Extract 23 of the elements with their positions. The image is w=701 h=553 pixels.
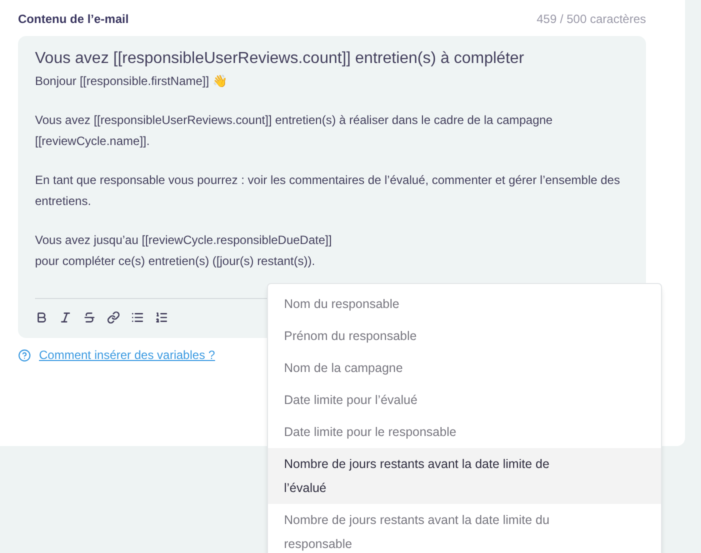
bullet-list-icon[interactable] [131, 311, 144, 324]
dropdown-item[interactable]: Date limite pour l’évalué [268, 384, 661, 416]
email-subject: Vous avez [[responsibleUserReviews.count]] entretien(s) à compléter [35, 49, 526, 69]
dropdown-item[interactable]: Nombre de jours restants avant la date limite du responsable [268, 504, 661, 553]
italic-icon[interactable] [59, 311, 72, 324]
field-label: Contenu de l’e-mail [18, 11, 129, 28]
strikethrough-icon[interactable] [83, 311, 96, 324]
character-counter: 459 / 500 caractères [536, 11, 646, 28]
help-icon [18, 348, 31, 362]
dropdown-item[interactable]: Nom du responsable [268, 288, 661, 320]
numbered-list-icon[interactable] [155, 311, 168, 324]
body-text: pour compléter ce(s) entretien(s) ([jour(s) restant(s)). [35, 253, 316, 270]
link-icon[interactable] [107, 311, 120, 324]
body-text: Vous avez [[responsibleUserReviews.count]] entretien(s) à réaliser dans le cadre de la campagne [[reviewCycle.name]]. [35, 112, 554, 150]
dropdown-item[interactable]: Date limite pour le responsable [268, 416, 661, 448]
bold-icon[interactable] [35, 311, 48, 324]
dropdown-item[interactable]: Prénom du responsable [268, 320, 661, 352]
dropdown-item[interactable]: Nom de la campagne [268, 352, 661, 384]
body-text: En tant que responsable vous pourrez : voir les commentaires de l’évalué, commenter et gérer l’ensemble des entretiens. [35, 172, 621, 210]
help-link[interactable]: Comment insérer des variables ? [39, 346, 216, 364]
body-text: Bonjour [[responsible.firstName]] 👋 [35, 73, 228, 90]
body-text: Vous avez jusqu’au [[reviewCycle.responsibleDueDate]] [35, 232, 333, 249]
dropdown-item[interactable]: Nombre de jours restants avant la date limite de l’évalué [268, 448, 661, 504]
